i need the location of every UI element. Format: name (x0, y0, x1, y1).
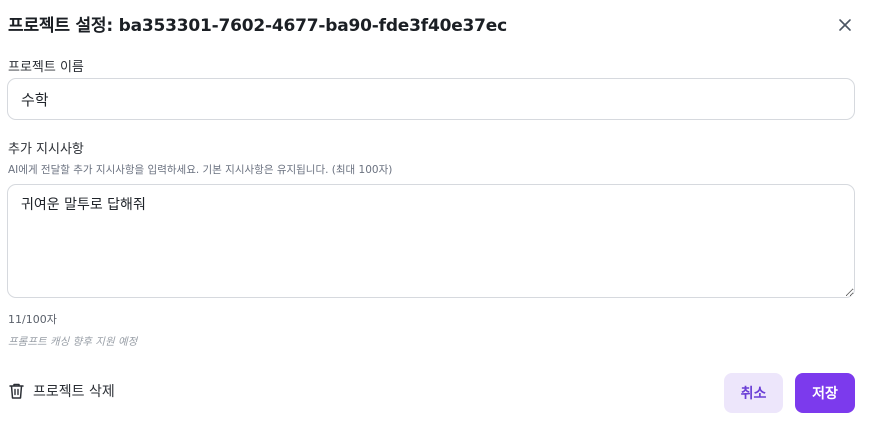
close-button[interactable] (832, 12, 858, 38)
delete-project-label: 프로젝트 삭제 (33, 384, 115, 400)
save-button[interactable]: 저장 (795, 373, 855, 413)
trash-icon (8, 382, 25, 400)
cancel-button[interactable]: 취소 (724, 373, 783, 413)
project-name-label: 프로젝트 이름 (8, 60, 84, 75)
project-settings-dialog: 프로젝트 설정: ba353301-7602-4677-ba90-fde3f40… (0, 0, 874, 425)
char-count: 11/100자 (8, 313, 57, 326)
instructions-help-text: AI에게 전달할 추가 지시사항을 입력하세요. 기본 지시사항은 유지됩니다.… (8, 164, 393, 176)
project-name-input[interactable] (7, 78, 855, 120)
instructions-textarea[interactable]: 귀여운 말투로 답해줘 (7, 184, 855, 298)
close-icon (839, 19, 851, 31)
dialog-title: 프로젝트 설정: ba353301-7602-4677-ba90-fde3f40… (8, 16, 508, 36)
instructions-label: 추가 지시사항 (8, 142, 84, 157)
cache-note: 프롬프트 캐싱 향후 지원 예정 (8, 336, 138, 348)
delete-project-button[interactable]: 프로젝트 삭제 (8, 381, 115, 401)
